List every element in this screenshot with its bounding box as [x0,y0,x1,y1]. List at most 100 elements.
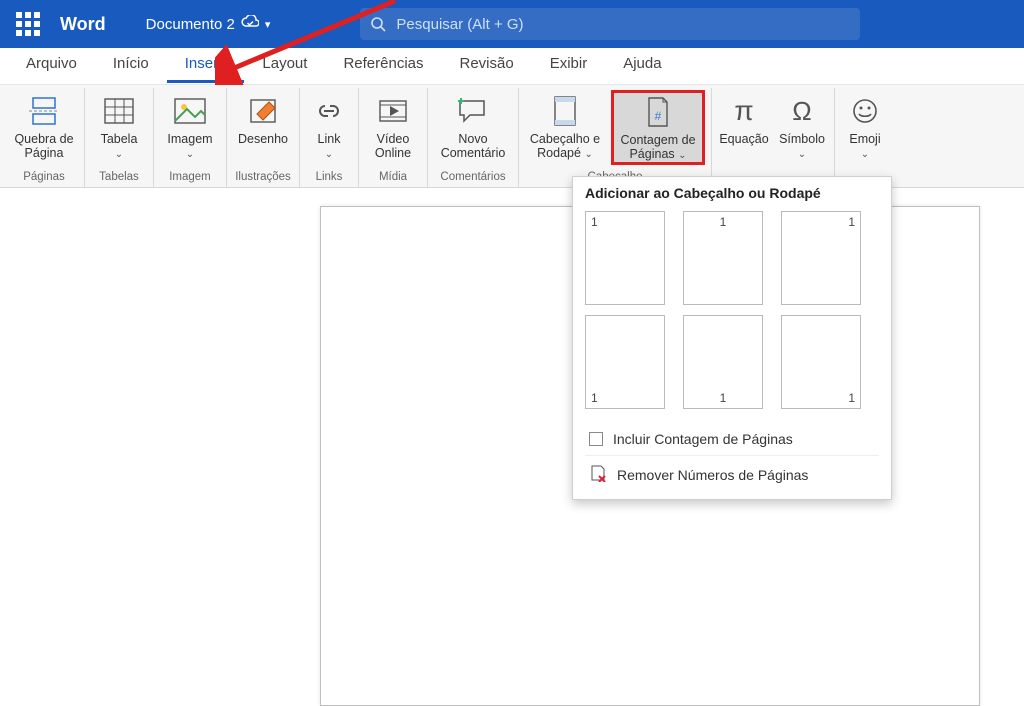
remove-page-numbers-label: Remover Números de Páginas [617,467,808,483]
chevron-down-icon: ⌄ [798,149,806,160]
group-ilustracoes: Desenho Ilustrações [227,88,300,187]
tab-arquivo[interactable]: Arquivo [8,49,95,83]
comment-icon [454,92,492,130]
chevron-down-icon: ⌄ [861,149,869,160]
footer-center-option[interactable]: 1 [683,315,763,409]
sample-num: 1 [591,391,598,405]
include-page-count-label: Incluir Contagem de Páginas [613,431,793,447]
footer-left-option[interactable]: 1 [585,315,665,409]
table-button[interactable]: Tabela ⌄ [91,90,147,161]
group-tabelas: Tabela ⌄ Tabelas [85,88,154,187]
new-comment-button[interactable]: Novo Comentário [434,90,512,161]
drawing-icon [244,92,282,130]
header-footer-button[interactable]: Cabeçalho e Rodapé ⌄ [525,90,605,165]
group-emoji: Emoji ⌄ [835,88,895,187]
page-number-dropdown: Adicionar ao Cabeçalho ou Rodapé 1 1 1 1… [572,176,892,500]
group-links: Link ⌄ Links [300,88,359,187]
sample-num: 1 [720,215,727,229]
group-paginas-label: Páginas [23,169,65,187]
chevron-down-icon: ⌄ [678,150,686,161]
app-name: Word [60,14,106,35]
search-placeholder: Pesquisar (Alt + G) [396,16,523,33]
tab-layout[interactable]: Layout [244,49,325,83]
page-break-label: Quebra de Página [12,132,76,161]
emoji-icon [846,92,884,130]
search-box[interactable]: Pesquisar (Alt + G) [360,8,860,40]
tab-referencias[interactable]: Referências [325,49,441,83]
image-icon [171,92,209,130]
chevron-down-icon: ⌄ [186,149,194,160]
ribbon: Quebra de Página Páginas Tabela ⌄ Tabelas… [0,84,1024,188]
tab-exibir[interactable]: Exibir [532,49,606,83]
sample-num: 1 [591,215,598,229]
group-simbolos: π Equação Ω Símbolo ⌄ [712,88,835,187]
search-icon [370,16,386,32]
image-label: Imagem [167,132,212,146]
new-comment-label: Novo Comentário [436,132,510,161]
link-icon [310,92,348,130]
footer-right-option[interactable]: 1 [781,315,861,409]
chevron-down-icon: ⌄ [115,149,123,160]
symbol-icon: Ω [783,92,821,130]
saved-cloud-icon [241,15,259,33]
remove-page-numbers-row[interactable]: Remover Números de Páginas [585,455,879,493]
symbol-label: Símbolo [779,132,825,146]
title-bar: Word Documento 2 ▾ Pesquisar (Alt + G) [0,0,1024,48]
drawing-button[interactable]: Desenho [233,90,293,146]
group-tabelas-label: Tabelas [99,169,139,187]
sample-num: 1 [848,391,855,405]
tab-revisao[interactable]: Revisão [442,49,532,83]
chevron-down-icon: ▾ [265,18,271,31]
page-count-button[interactable]: # Contagem de Páginas ⌄ [611,90,705,165]
online-video-label: Vídeo Online [367,132,419,161]
equation-icon: π [725,92,763,130]
page-number-icon: # [639,93,677,131]
svg-text:#: # [655,109,662,123]
group-comentarios: Novo Comentário Comentários [428,88,519,187]
header-right-option[interactable]: 1 [781,211,861,305]
group-cabecalho: Cabeçalho e Rodapé ⌄ # Contagem de Págin… [519,88,712,187]
group-paginas: Quebra de Página Páginas [4,88,85,187]
tab-inserir[interactable]: Inserir [167,49,245,83]
app-launcher-icon[interactable] [10,6,46,42]
page-break-button[interactable]: Quebra de Página [10,90,78,161]
sample-num: 1 [720,391,727,405]
header-left-option[interactable]: 1 [585,211,665,305]
document-name-text: Documento 2 [146,16,235,33]
group-imagem-label: Imagem [169,169,211,187]
table-icon [100,92,138,130]
table-label: Tabela [101,132,138,146]
page-number-options: 1 1 1 1 1 1 [585,211,879,409]
dropdown-title: Adicionar ao Cabeçalho ou Rodapé [585,185,879,201]
group-comentarios-label: Comentários [440,169,505,187]
checkbox-icon [589,432,603,446]
include-page-count-row[interactable]: Incluir Contagem de Páginas [585,423,879,455]
tab-inicio[interactable]: Início [95,49,167,83]
emoji-button[interactable]: Emoji ⌄ [841,90,889,161]
page-break-icon [25,92,63,130]
tab-ajuda[interactable]: Ajuda [605,49,679,83]
image-button[interactable]: Imagem ⌄ [160,90,220,161]
chevron-down-icon: ⌄ [325,149,333,160]
link-label: Link [318,132,341,146]
header-center-option[interactable]: 1 [683,211,763,305]
equation-button[interactable]: π Equação [718,90,770,161]
sample-num: 1 [848,215,855,229]
drawing-label: Desenho [238,132,288,146]
link-button[interactable]: Link ⌄ [306,90,352,161]
online-video-button[interactable]: Vídeo Online [365,90,421,161]
equation-label: Equação [719,132,768,146]
header-footer-icon [546,92,584,130]
group-links-label: Links [316,169,343,187]
main-tabs: Arquivo Início Inserir Layout Referência… [0,48,1024,84]
symbol-button[interactable]: Ω Símbolo ⌄ [776,90,828,161]
remove-icon [589,464,607,485]
group-imagem: Imagem ⌄ Imagem [154,88,227,187]
online-video-icon [374,92,412,130]
document-name[interactable]: Documento 2 ▾ [146,15,271,33]
group-ilustracoes-label: Ilustrações [235,169,291,187]
group-midia-label: Mídia [379,169,407,187]
group-midia: Vídeo Online Mídia [359,88,428,187]
chevron-down-icon: ⌄ [584,149,592,160]
emoji-label: Emoji [849,132,880,146]
